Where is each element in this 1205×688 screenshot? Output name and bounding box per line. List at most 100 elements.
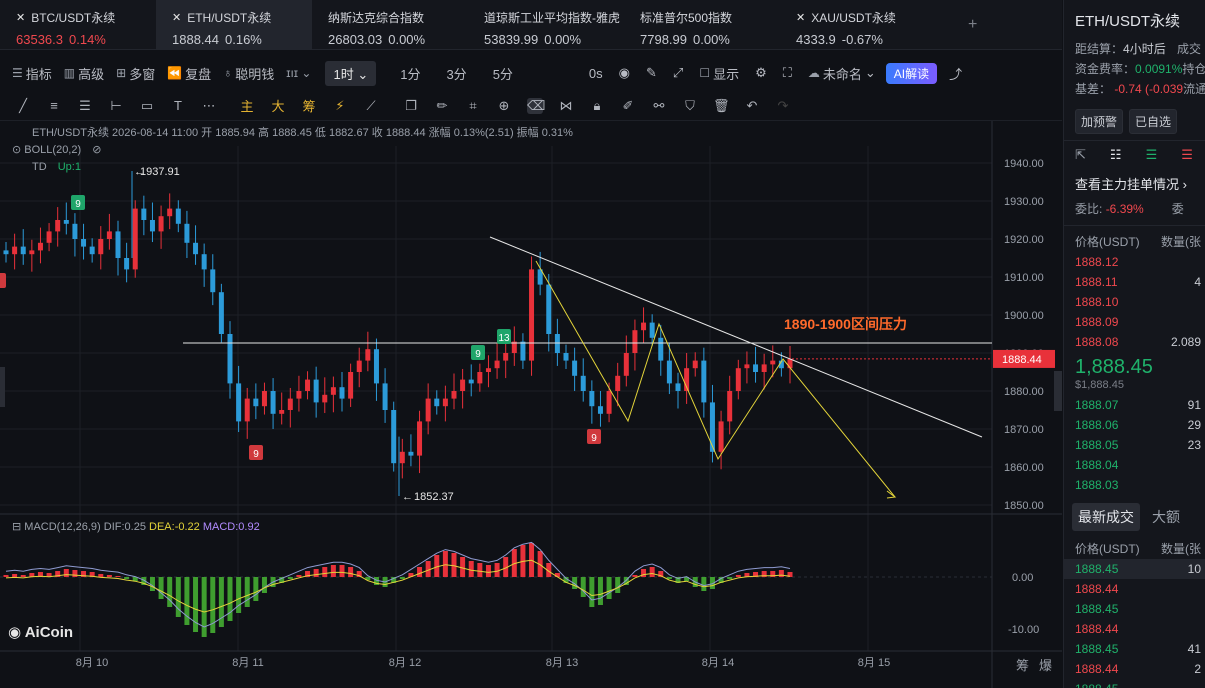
- orderbook-row[interactable]: 1888.07 91: [1064, 395, 1205, 415]
- big-tool[interactable]: 大: [270, 96, 286, 115]
- trade-row[interactable]: 1888.45: [1064, 679, 1205, 688]
- chart-area[interactable]: 1940.001930.001920.001910.001900.001890.…: [0, 121, 1062, 688]
- undo-icon[interactable]: ↶: [744, 98, 760, 114]
- trade-row[interactable]: 1888.44: [1064, 579, 1205, 599]
- ticker-item[interactable]: ✕ BTC/USDT永续 63536.3 0.14%: [0, 0, 156, 49]
- share-icon[interactable]: ⤴: [949, 64, 962, 83]
- magnet-icon[interactable]: ⋈: [558, 98, 574, 114]
- book-both-icon[interactable]: ☷: [1110, 147, 1122, 169]
- ticker-item[interactable]: ✕ ETH/USDT永续 1888.44 0.16%: [156, 0, 312, 49]
- trade-row[interactable]: 1888.45 41: [1064, 639, 1205, 659]
- edit-icon[interactable]: ✐: [620, 98, 636, 114]
- indicators-button[interactable]: ☰ 指标: [12, 64, 52, 83]
- chips-tool[interactable]: 筹: [301, 96, 317, 115]
- layout-button[interactable]: ☁ 未命名 ⌄: [808, 64, 876, 83]
- trade-row[interactable]: 1888.45: [1064, 599, 1205, 619]
- macd-bar: [597, 577, 603, 605]
- settings-icon[interactable]: ⚙: [755, 65, 767, 81]
- rect-icon[interactable]: ▭: [139, 98, 155, 114]
- trade-row[interactable]: 1888.44 2: [1064, 659, 1205, 679]
- filter-icon[interactable]: ⛉: [682, 98, 698, 114]
- orderbook-row[interactable]: 1888.05 23: [1064, 435, 1205, 455]
- measure-icon[interactable]: ⟋: [363, 98, 379, 114]
- trade-list: 1888.45 10 1888.44 1888.45 1888.44 1888.45 41 1…: [1064, 559, 1205, 688]
- date-tick: 8月 15: [858, 657, 890, 669]
- tf-1m[interactable]: 1分: [400, 64, 420, 83]
- link-icon[interactable]: ⚯: [651, 98, 667, 114]
- expand-icon[interactable]: ⤢: [673, 65, 683, 81]
- main-tool[interactable]: 主: [239, 96, 255, 115]
- left-handle: [0, 367, 5, 407]
- settle-value: 4小时后: [1123, 42, 1166, 56]
- display-button[interactable]: ☐ 显示: [699, 64, 739, 83]
- candle-body: [589, 391, 595, 407]
- trash-icon[interactable]: 🗑︎: [713, 98, 730, 114]
- pen-icon[interactable]: ✎: [646, 65, 657, 81]
- book-ask-icon[interactable]: ☰: [1181, 147, 1193, 169]
- row-qty: 2.089: [1170, 335, 1201, 349]
- ticker-item[interactable]: 道琼斯工业平均指数-雅虎 53839.99 0.00%: [468, 0, 624, 49]
- multi-window-button[interactable]: ⊞ 多窗: [116, 64, 155, 83]
- tab-latest-trades[interactable]: 最新成交: [1072, 503, 1140, 531]
- eye-icon[interactable]: ⊘: [92, 144, 101, 156]
- row-price: 1888.03: [1075, 478, 1119, 492]
- trade-row[interactable]: 1888.44: [1064, 619, 1205, 639]
- symbol-title: ETH/USDT永续: [1075, 13, 1181, 30]
- ticker-item[interactable]: ✕ XAU/USDT永续 4333.9 -0.67%: [780, 0, 936, 49]
- copy-icon[interactable]: ❐: [403, 98, 419, 114]
- zoom-chips[interactable]: 筹: [1016, 655, 1029, 674]
- row-qty: 41: [1187, 642, 1201, 656]
- tf-3m[interactable]: 3分: [446, 64, 466, 83]
- camera-icon[interactable]: ◉: [619, 65, 630, 81]
- parallel-icon[interactable]: ≡: [46, 98, 62, 113]
- orderbook-row[interactable]: 1888.08 2.089: [1064, 332, 1205, 352]
- timeframe-select[interactable]: 1时 ⌄: [325, 60, 377, 86]
- tf-5m[interactable]: 5分: [493, 64, 513, 83]
- orderbook-row[interactable]: 1888.09: [1064, 312, 1205, 332]
- favorite-button[interactable]: 已自选: [1129, 109, 1178, 134]
- ticker-item[interactable]: 标准普尔500指数 7798.99 0.00%: [624, 0, 780, 49]
- orderbook-row[interactable]: 1888.10: [1064, 292, 1205, 312]
- second-interval[interactable]: 0s: [589, 66, 603, 81]
- chart-type-button[interactable]: ɪıɪ ⌄: [286, 66, 311, 80]
- exchange-icon: ✕: [172, 12, 182, 24]
- replay-button[interactable]: ⏪ 复盘: [167, 64, 211, 83]
- fullscreen-icon[interactable]: ⛶: [783, 65, 792, 81]
- qty-header: 数量(张: [1161, 235, 1201, 249]
- orderbook-row[interactable]: 1888.03: [1064, 475, 1205, 495]
- ticker-item[interactable]: 纳斯达克综合指数 26803.03 0.00%: [312, 0, 468, 49]
- trade-row[interactable]: 1888.45 10: [1064, 559, 1205, 579]
- book-bid-icon[interactable]: ☰: [1146, 147, 1158, 169]
- smart-money-button[interactable]: ♁ 聪明钱: [223, 64, 274, 83]
- orderbook-row[interactable]: 1888.04: [1064, 455, 1205, 475]
- signal-icon[interactable]: ⚡: [332, 98, 348, 114]
- ray-icon[interactable]: ⊢: [108, 98, 124, 114]
- ai-interpret-button[interactable]: AI解读: [885, 62, 938, 84]
- add-alert-button[interactable]: 加预警: [1075, 109, 1124, 134]
- orderbook-row[interactable]: 1888.11 4: [1064, 272, 1205, 292]
- zoom-icon[interactable]: ⊕: [496, 98, 512, 114]
- orderbook-row[interactable]: 1888.06 29: [1064, 415, 1205, 435]
- book-icon[interactable]: ⇱: [1075, 147, 1086, 169]
- price-chart[interactable]: 1940.001930.001920.001910.001900.001890.…: [0, 121, 1062, 688]
- add-ticker-icon[interactable]: +: [968, 16, 977, 34]
- more-icon[interactable]: ⋯: [201, 98, 217, 114]
- orderbook-row[interactable]: 1888.12: [1064, 252, 1205, 272]
- macd-bar: [339, 565, 345, 577]
- eraser-icon[interactable]: ⌫: [527, 97, 545, 114]
- macd-bar: [778, 570, 784, 577]
- advanced-button[interactable]: ▥ 高级: [64, 64, 104, 83]
- trendline-icon[interactable]: ╱: [15, 98, 31, 114]
- hline-icon[interactable]: ☰: [77, 98, 93, 114]
- redo-icon[interactable]: ↷: [775, 98, 791, 114]
- ruler-icon[interactable]: ⌗: [465, 98, 481, 114]
- macd-bar: [477, 563, 483, 577]
- lock-icon[interactable]: 🔒︎: [589, 98, 605, 114]
- candle-body: [494, 360, 500, 369]
- brush-icon[interactable]: ✏: [434, 98, 450, 114]
- text-icon[interactable]: T: [170, 98, 186, 113]
- zoom-burst[interactable]: 爆: [1039, 655, 1052, 674]
- row-price: 1888.45: [1075, 562, 1119, 576]
- main-orders-link[interactable]: 查看主力挂单情况 ›: [1064, 175, 1205, 195]
- tab-large-trades[interactable]: 大额: [1146, 503, 1186, 531]
